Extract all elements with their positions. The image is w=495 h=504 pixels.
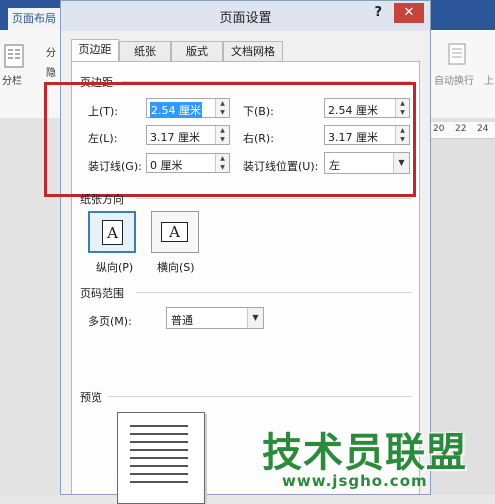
ruler-tick: 22 [455,124,467,134]
highlight-box [44,82,416,197]
ruler-tick: 20 [433,124,445,134]
portrait-page-icon: A [102,220,123,245]
landscape-button[interactable]: A [151,211,199,253]
separator [136,292,412,293]
separator [136,198,412,199]
watermark-text: 技术员联盟 [262,430,467,476]
multiple-pages-value[interactable]: 普通 [171,312,193,328]
tab-document-grid[interactable]: 文档网格 [223,41,283,61]
break-label[interactable]: 分 [46,44,56,59]
auto-wrap-label[interactable]: 自动换行 [434,72,474,87]
up-label[interactable]: 上 [484,72,494,87]
landscape-page-icon: A [161,222,188,242]
chevron-down-icon[interactable]: ▼ [247,308,263,328]
separator [108,396,412,397]
hide-label[interactable]: 隐 [46,64,56,79]
tab-layout[interactable]: 版式 [171,41,223,61]
wrap-text-icon[interactable] [447,42,469,68]
landscape-label[interactable]: 横向(S) [157,259,195,275]
tab-paper[interactable]: 纸张 [119,41,171,61]
multiple-pages-label: 多页(M): [88,315,132,328]
tab-margins[interactable]: 页边距 [71,39,119,62]
watermark-url: www.jsgho.com [282,472,428,490]
portrait-label[interactable]: 纵向(P) [96,259,133,275]
orientation-section-title: 纸张方向 [80,193,124,206]
ruler-tick: 24 [477,124,489,134]
pages-section-title: 页码范围 [80,287,124,300]
horizontal-ruler: 20 22 24 [431,122,495,139]
columns-label[interactable]: 分栏 [2,72,22,87]
close-button[interactable]: ✕ [394,3,424,23]
multiple-pages-select[interactable]: 普通 ▼ [166,307,264,329]
portrait-button[interactable]: A [88,211,136,253]
preview-page [117,412,205,504]
help-button[interactable]: ? [374,5,382,20]
preview-section-title: 预览 [80,391,102,404]
columns-icon[interactable] [4,44,24,68]
site-watermark: 技术员联盟 www.jsgho.com [262,420,482,495]
ribbon-tab-page-layout[interactable]: 页面布局 [8,8,60,30]
dialog-titlebar[interactable]: 页面设置 ? ✕ [61,1,430,31]
